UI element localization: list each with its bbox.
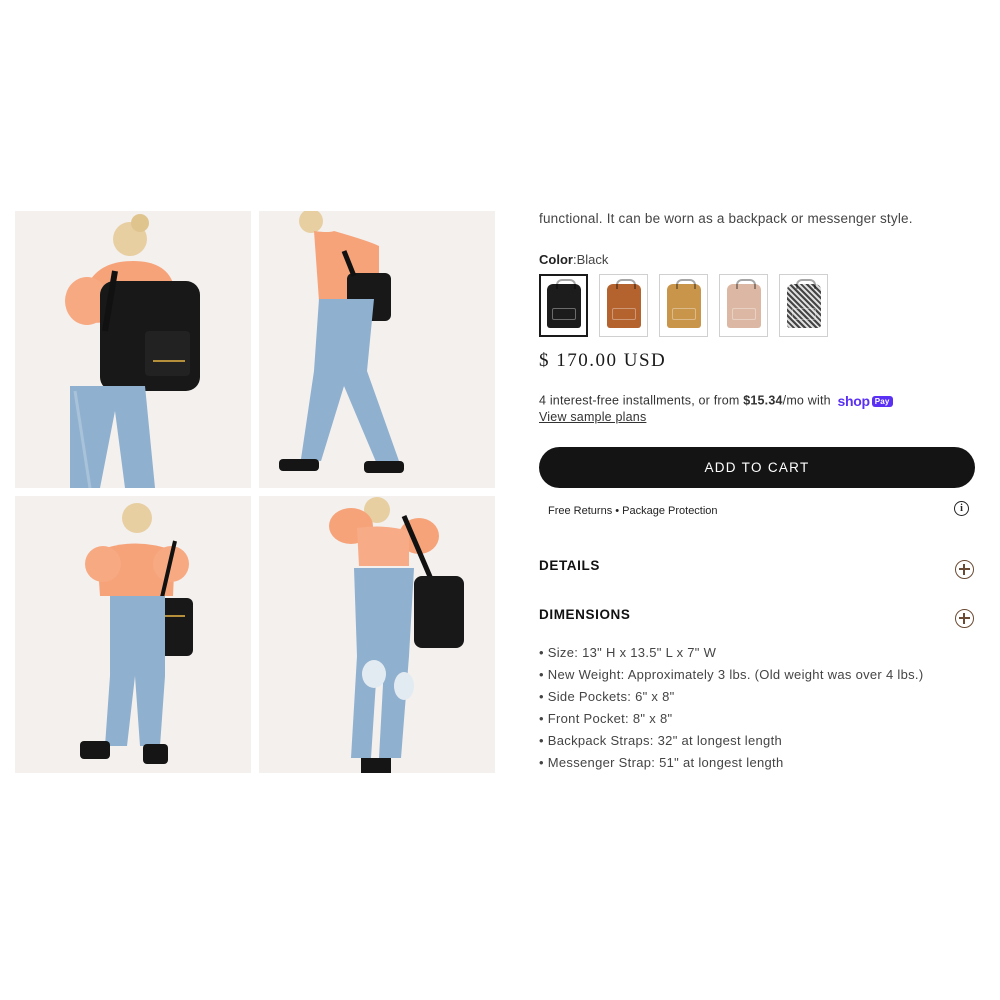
- installments-text: 4 interest-free installments, or from $1…: [539, 393, 893, 409]
- dimensions-list: Size: 13" H x 13.5" L x 7" W New Weight:…: [539, 642, 923, 774]
- color-selector-label: Color:Black: [539, 252, 609, 267]
- installments-amount: $15.34: [743, 393, 783, 408]
- color-swatch-houndstooth[interactable]: [779, 274, 828, 337]
- dimension-item: Side Pockets: 6" x 8": [539, 686, 923, 708]
- product-price: $ 170.00 USD: [539, 350, 667, 371]
- dimension-item: New Weight: Approximately 3 lbs. (Old we…: [539, 664, 923, 686]
- color-label: Color: [539, 252, 573, 267]
- bag-swatch-icon: [666, 278, 701, 328]
- model-front-messenger-illustration: [15, 496, 251, 773]
- installments-suffix: /mo with: [782, 393, 831, 408]
- details-accordion-title[interactable]: DETAILS: [539, 558, 600, 573]
- dimension-item: Backpack Straps: 32" at longest length: [539, 730, 923, 752]
- model-front-crossbody-illustration: [259, 496, 495, 773]
- dimensions-accordion-title[interactable]: DIMENSIONS: [539, 607, 631, 622]
- expand-dimensions-plus-icon[interactable]: [955, 609, 974, 628]
- shoppay-logo: shop Pay: [837, 393, 893, 409]
- bag-swatch-icon: [606, 278, 641, 328]
- color-swatch-blush[interactable]: [719, 274, 768, 337]
- color-swatch-black[interactable]: [539, 274, 588, 337]
- color-swatch-tan[interactable]: [659, 274, 708, 337]
- view-sample-plans-link[interactable]: View sample plans: [539, 410, 646, 424]
- product-gallery: [0, 0, 1000, 1000]
- product-description: functional. It can be worn as a backpack…: [539, 211, 913, 226]
- returns-protection-text: Free Returns • Package Protection: [548, 505, 718, 517]
- bag-swatch-icon: [726, 278, 761, 328]
- dimension-item: Size: 13" H x 13.5" L x 7" W: [539, 642, 923, 664]
- product-image-4[interactable]: [259, 496, 495, 773]
- bag-swatch-icon: [786, 278, 821, 328]
- color-swatch-brown[interactable]: [599, 274, 648, 337]
- dimension-item: Front Pocket: 8" x 8": [539, 708, 923, 730]
- add-to-cart-button[interactable]: ADD TO CART: [539, 447, 975, 488]
- model-walking-illustration: [259, 211, 495, 488]
- selected-color-value: Black: [576, 252, 609, 267]
- product-image-1[interactable]: [15, 211, 251, 488]
- expand-details-plus-icon[interactable]: [955, 560, 974, 579]
- shoppay-brand: shop: [837, 393, 870, 409]
- shoppay-badge: Pay: [871, 395, 893, 407]
- installments-prefix: 4 interest-free installments, or from: [539, 393, 744, 408]
- info-icon[interactable]: i: [954, 501, 969, 516]
- product-image-3[interactable]: [15, 496, 251, 773]
- product-image-2[interactable]: [259, 211, 495, 488]
- color-swatches: [539, 274, 828, 337]
- dimension-item: Messenger Strap: 51" at longest length: [539, 752, 923, 774]
- bag-swatch-icon: [546, 278, 581, 328]
- model-back-illustration: [15, 211, 251, 488]
